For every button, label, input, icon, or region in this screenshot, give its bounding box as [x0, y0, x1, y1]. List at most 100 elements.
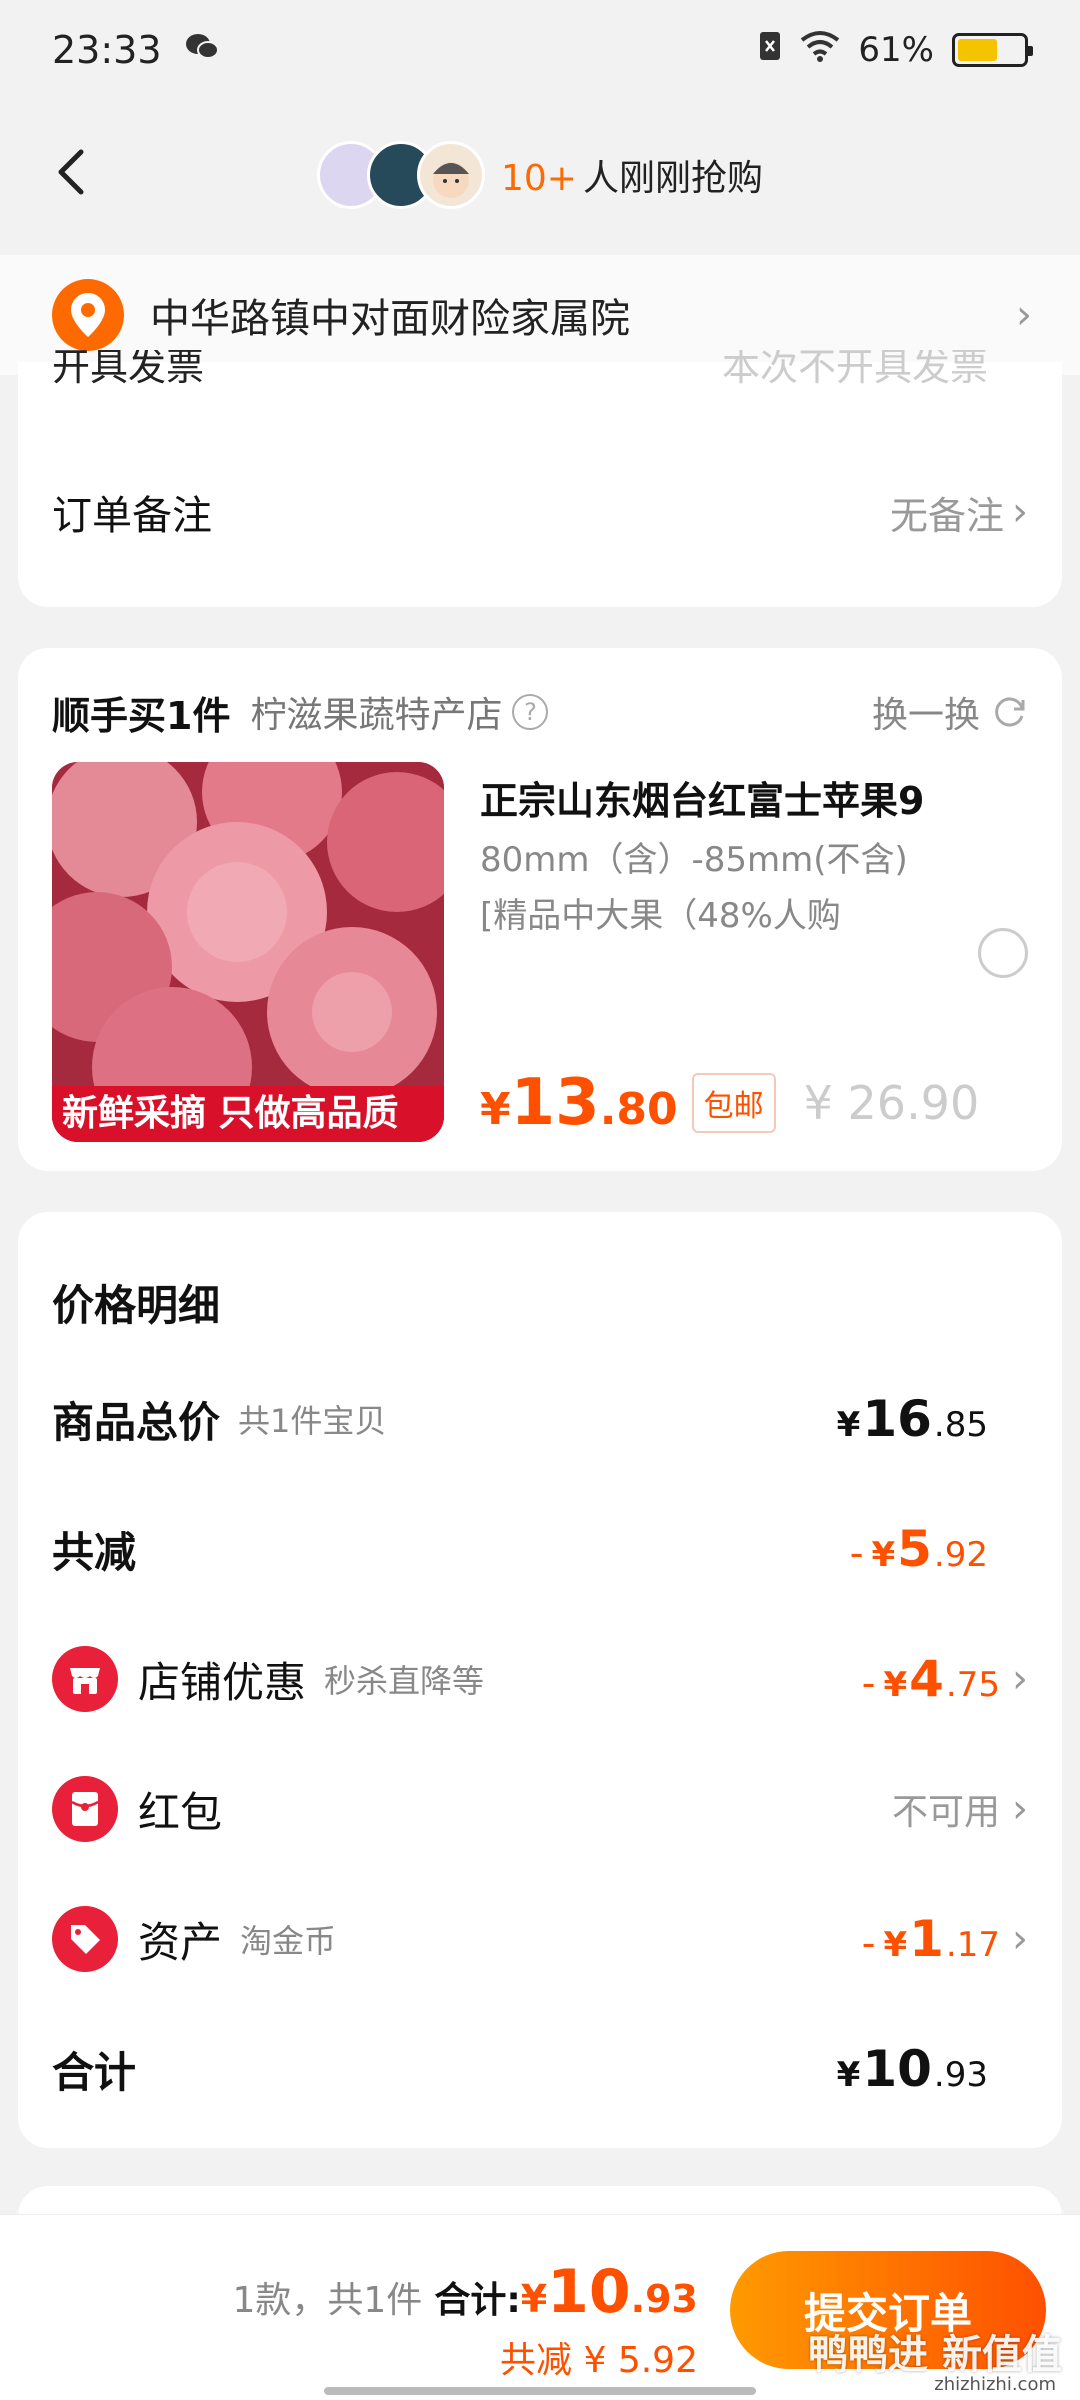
product-banner: 新鲜采摘 只做高品质: [52, 1086, 444, 1142]
value-yen: ¥: [871, 1535, 896, 1575]
product-title[interactable]: 正宗山东烟台红富士苹果9: [480, 770, 924, 825]
battery-icon: [952, 33, 1033, 67]
address-text: 中华路镇中对面财险家属院: [150, 296, 630, 342]
remark-value-group: 无备注 ›: [890, 485, 1028, 540]
value-int: 1: [909, 1910, 944, 1968]
goods-total-label: 商品总价: [52, 1397, 221, 1447]
value-int: 5: [897, 1520, 932, 1578]
store-discount-value: - ¥4.75: [862, 1650, 1000, 1708]
chevron-left-icon: [58, 149, 84, 195]
product-image[interactable]: 新鲜采摘 只做高品质: [52, 762, 444, 1142]
chevron-right-icon: ›: [1012, 1656, 1028, 1702]
sum-label: 合计: [52, 2047, 137, 2097]
sum-value: ¥10.93: [837, 2040, 988, 2098]
status-right: 61%: [758, 30, 1033, 71]
store-icon: [52, 1646, 118, 1712]
addon-shop-name[interactable]: 柠滋果蔬特产店: [250, 686, 502, 738]
value-dec: .85: [933, 1405, 988, 1445]
goods-total-sub: 共1件宝贝: [238, 1402, 387, 1440]
wechat-icon: [184, 28, 220, 72]
home-indicator[interactable]: [324, 2387, 756, 2395]
total-int: 10: [547, 2257, 631, 2327]
total-reduction-value: - ¥5.92: [850, 1520, 988, 1578]
product-spec: 80mm（含）-85mm(不含): [480, 840, 908, 880]
apples-image: [52, 762, 444, 1142]
total-label: 合计:: [434, 2280, 521, 2321]
sim-icon: [758, 30, 782, 71]
chevron-right-icon: ›: [1012, 1786, 1028, 1832]
assets-sub: 淘金币: [240, 1922, 337, 1960]
assets-value: - ¥1.17: [862, 1910, 1000, 1968]
value-dec: .17: [945, 1925, 1000, 1965]
swap-label: 换一换: [871, 695, 980, 736]
buyers-count: 10+: [501, 158, 577, 199]
price-detail-card: 价格明细 商品总价 共1件宝贝 ¥16.85 共减 - ¥5.92 店铺优惠 秒杀…: [18, 1212, 1062, 2148]
red-packet-value: 不可用: [892, 1783, 1000, 1835]
chevron-right-icon: ›: [1016, 292, 1032, 338]
invoice-label: 开具发票: [52, 350, 205, 389]
free-shipping-badge: 包邮: [691, 1073, 776, 1133]
product-price-row: ¥13.80 包邮 ¥ 26.90: [480, 1066, 979, 1140]
tag-icon: [52, 1906, 118, 1972]
total-reduction-row: 共减 - ¥5.92: [52, 1514, 1028, 1584]
value-yen: ¥: [836, 2055, 861, 2095]
sum-row: 合计 ¥10.93: [52, 2034, 1028, 2104]
select-radio[interactable]: [978, 928, 1028, 978]
value-int: 16: [862, 1390, 932, 1448]
remark-value: 无备注: [889, 493, 1004, 538]
help-icon[interactable]: ?: [512, 694, 549, 730]
avatar: [417, 141, 485, 209]
addon-card: 顺手买1件 柠滋果蔬特产店 ? 换一换 新鲜采摘 只做高品质 正宗山东烟台红富士…: [18, 648, 1062, 1171]
current-price: ¥13.80: [480, 1066, 678, 1140]
value-minus: -: [861, 1921, 876, 1965]
store-discount-sub: 秒杀直降等: [324, 1662, 485, 1700]
status-time: 23:33: [52, 28, 162, 72]
addon-header: 顺手买1件 柠滋果蔬特产店 ? 换一换: [52, 682, 1028, 742]
header: 10+ 人刚刚抢购: [0, 100, 1080, 250]
value-yen: ¥: [883, 1665, 908, 1705]
invoice-row[interactable]: 开具发票 本次不开具发票: [52, 350, 1028, 390]
addon-title: 顺手买1件: [52, 693, 231, 738]
buyer-avatars: [317, 141, 485, 209]
total-price: ¥10.93: [521, 2257, 698, 2327]
watermark: 鸭鸭进 新值值: [808, 2332, 1062, 2378]
goods-total-value: ¥16.85: [837, 1390, 988, 1448]
total-dec: .93: [630, 2277, 698, 2321]
saved-amount: 共减 ¥ 5.92: [500, 2340, 698, 2381]
red-packet-row[interactable]: 红包 不可用 ›: [52, 1774, 1028, 1844]
value-dec: .75: [945, 1665, 1000, 1705]
recent-buyers-text: 10+ 人刚刚抢购: [501, 149, 763, 201]
battery-percent: 61%: [858, 30, 934, 70]
status-left: 23:33: [52, 28, 220, 72]
order-remark-row[interactable]: 订单备注 无备注 ›: [52, 482, 1028, 542]
total-reduction-label: 共减: [52, 1527, 137, 1577]
value-dec: .93: [933, 2055, 988, 2095]
remark-label: 订单备注: [52, 493, 212, 539]
order-options-card: 开具发票 本次不开具发票 订单备注 无备注 ›: [18, 350, 1062, 607]
battery-fill: [958, 39, 998, 61]
location-pin-icon: [52, 279, 124, 351]
total-yen: ¥: [520, 2277, 548, 2321]
red-packet-status: 不可用: [891, 1792, 1000, 1833]
order-summary: 1款，共1件 合计: ¥10.93 共减 ¥ 5.92: [233, 2257, 699, 2383]
store-discount-row[interactable]: 店铺优惠 秒杀直降等 - ¥4.75 ›: [52, 1644, 1028, 1714]
item-count: 1款，共1件: [232, 2280, 423, 2321]
swap-button[interactable]: 换一换: [872, 686, 1028, 738]
value-yen: ¥: [883, 1925, 908, 1965]
refresh-icon: [995, 697, 1025, 727]
goods-total-row: 商品总价 共1件宝贝 ¥16.85: [52, 1384, 1028, 1454]
product-spec: [精品中大果（48%人购: [480, 896, 841, 936]
buyers-label: 人刚刚抢购: [582, 158, 763, 199]
price-int: 13: [510, 1066, 600, 1140]
value-minus: -: [849, 1531, 864, 1575]
invoice-value: 本次不开具发票: [721, 350, 988, 389]
assets-label: 资产: [138, 1917, 223, 1967]
value-int: 4: [909, 1650, 944, 1708]
store-discount-label: 店铺优惠: [138, 1657, 307, 1707]
red-packet-label: 红包: [138, 1787, 223, 1837]
assets-row[interactable]: 资产 淘金币 - ¥1.17 ›: [52, 1904, 1028, 1974]
back-button[interactable]: [40, 142, 100, 202]
price-dec: .80: [599, 1084, 678, 1135]
original-price: ¥ 26.90: [803, 1076, 980, 1130]
chevron-right-icon: ›: [1012, 1916, 1028, 1962]
